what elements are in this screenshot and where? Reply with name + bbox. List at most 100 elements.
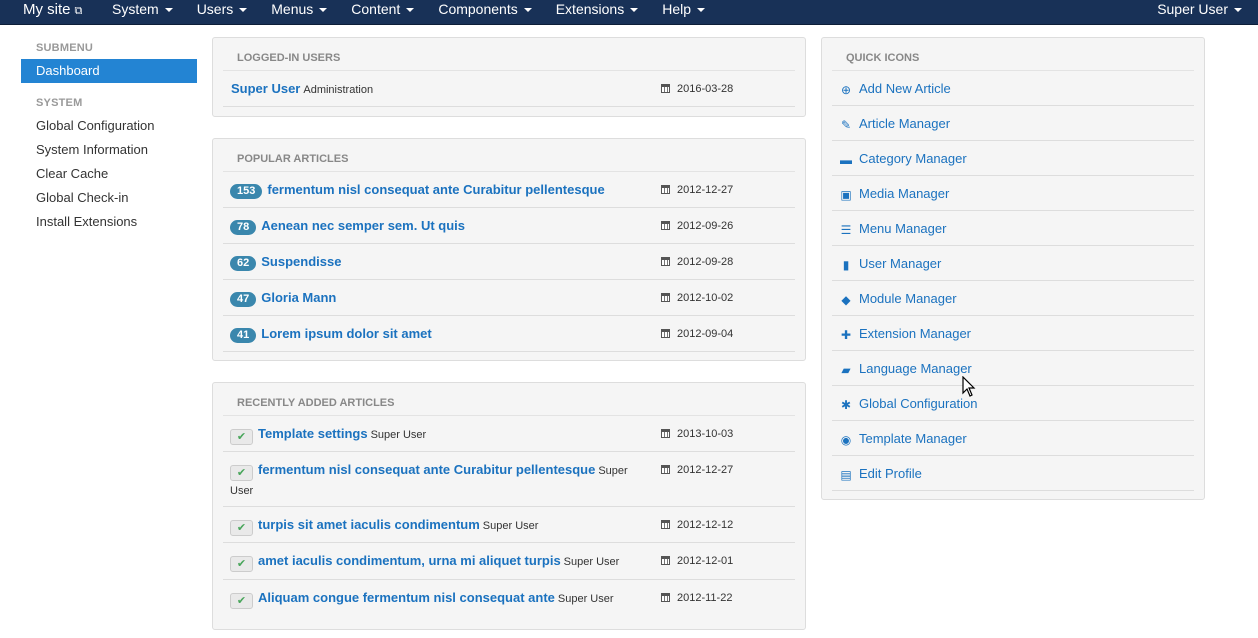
sidebar-item-dashboard[interactable]: Dashboard — [21, 59, 197, 83]
menu-label: Users — [196, 1, 234, 17]
list-item: ✔ Template settings Super User 2013-10-03 — [223, 416, 795, 452]
quick-icon-item: ▰ Language Manager — [832, 351, 1194, 386]
article-link[interactable]: Aenean nec semper sem. Ut quis — [261, 218, 465, 233]
sidebar-item-system-information[interactable]: System Information — [21, 138, 197, 162]
list-item: Super User Administration 2016-03-28 — [223, 71, 795, 107]
date-value: 2012-09-26 — [677, 220, 734, 232]
sidebar-item-install-extensions[interactable]: Install Extensions — [21, 210, 197, 234]
quick-icon-link[interactable]: ◆ Module Manager — [840, 281, 957, 317]
mouse-cursor-icon — [962, 376, 976, 397]
quick-icon-label: Menu Manager — [859, 221, 947, 236]
quick-icon-label: User Manager — [859, 256, 942, 271]
quick-icon-link[interactable]: ▮ User Manager — [840, 246, 942, 282]
caret-down-icon — [523, 8, 532, 13]
comments-icon: ▰ — [841, 363, 851, 377]
date-value: 2012-11-22 — [677, 592, 733, 604]
menu-menus[interactable]: Menus — [259, 0, 339, 25]
quick-icon-link[interactable]: ✱ Global Configuration — [840, 386, 978, 422]
list-item: ✔ amet iaculis condimentum, urna mi aliqu… — [223, 543, 795, 580]
hits-badge: 62 — [230, 256, 257, 271]
quick-icon-link[interactable]: ⊕ Add New Article — [840, 71, 951, 107]
date-value: 2016-03-28 — [677, 83, 734, 95]
published-check-icon[interactable]: ✔ — [230, 556, 253, 572]
article-link[interactable]: Template settings — [258, 426, 368, 441]
calendar-icon — [661, 221, 670, 230]
quick-icon-item: ✚ Extension Manager — [832, 316, 1194, 351]
menu-label: System — [112, 1, 159, 17]
quick-icon-label: Edit Profile — [859, 466, 922, 481]
caret-down-icon — [630, 8, 639, 13]
published-check-icon[interactable]: ✔ — [230, 520, 253, 536]
sidebar: SUBMENU Dashboard SYSTEM Global Configur… — [21, 37, 197, 234]
article-link[interactable]: Aliquam congue fermentum nisl consequat … — [258, 590, 555, 605]
menu-content[interactable]: Content — [339, 0, 426, 25]
quick-icon-label: Module Manager — [859, 291, 957, 306]
quick-icon-link[interactable]: ▣ Media Manager — [840, 176, 949, 212]
caret-down-icon — [319, 8, 328, 13]
article-link[interactable]: fermentum nisl consequat ante Curabitur … — [267, 182, 604, 197]
article-link[interactable]: fermentum nisl consequat ante Curabitur … — [258, 462, 595, 477]
quick-icon-link[interactable]: ☰ Menu Manager — [840, 211, 947, 247]
article-link[interactable]: Gloria Mann — [261, 290, 336, 305]
date-value: 2012-12-27 — [677, 464, 734, 476]
article-link[interactable]: Lorem ipsum dolor sit amet — [261, 326, 431, 341]
sidebar-item-clear-cache[interactable]: Clear Cache — [21, 162, 197, 186]
quick-icon-link[interactable]: ✚ Extension Manager — [840, 316, 971, 352]
quick-icons-list: ⊕ Add New Article ✎ Article Manager ▬ Categor… — [822, 71, 1204, 491]
system-heading: SYSTEM — [36, 97, 83, 109]
calendar-icon — [661, 329, 670, 338]
submenu-heading: SUBMENU — [36, 42, 94, 54]
quick-icon-label: Article Manager — [859, 116, 951, 131]
menu-users[interactable]: Users — [185, 0, 260, 25]
article-link[interactable]: amet iaculis condimentum, urna mi alique… — [258, 553, 561, 568]
quick-icon-label: Add New Article — [859, 81, 951, 96]
hits-badge: 153 — [230, 184, 263, 199]
top-navbar: My site ⧉ System Users Menus Content Comp… — [0, 0, 1258, 25]
caret-down-icon — [406, 8, 415, 13]
list-item: ✔ Aliquam congue fermentum nisl consequat… — [223, 580, 795, 616]
published-check-icon[interactable]: ✔ — [230, 429, 253, 445]
calendar-icon — [661, 84, 670, 93]
user-menu[interactable]: Super User — [1157, 0, 1242, 19]
menu-extensions[interactable]: Extensions — [544, 0, 650, 25]
list-item: 41 Lorem ipsum dolor sit amet 2012-09-04 — [223, 316, 795, 352]
menu-system[interactable]: System — [100, 0, 185, 25]
caret-down-icon — [1234, 8, 1242, 13]
list-icon: ☰ — [840, 223, 852, 237]
quick-icon-link[interactable]: ✎ Article Manager — [840, 106, 950, 142]
sidebar-item-global-check-in[interactable]: Global Check-in — [21, 186, 197, 210]
calendar-icon — [661, 293, 670, 302]
article-link[interactable]: Suspendisse — [261, 254, 341, 269]
sidebar-item-global-configuration[interactable]: Global Configuration — [21, 114, 197, 138]
date-value: 2012-12-27 — [677, 184, 734, 196]
quick-icon-item: ⊕ Add New Article — [832, 71, 1194, 106]
quick-icon-item: ▬ Category Manager — [832, 141, 1194, 176]
article-link[interactable]: turpis sit amet iaculis condimentum — [258, 517, 480, 532]
quick-icon-link[interactable]: ◉ Template Manager — [840, 421, 967, 457]
quick-icon-item: ▣ Media Manager — [832, 176, 1194, 211]
published-check-icon[interactable]: ✔ — [230, 593, 253, 609]
list-item: ✔ fermentum nisl consequat ante Curabitur… — [223, 452, 795, 507]
date-value: 2012-09-04 — [677, 328, 734, 340]
list-item: 47 Gloria Mann 2012-10-02 — [223, 280, 795, 316]
menu-components[interactable]: Components — [426, 0, 543, 25]
quick-icon-link[interactable]: ▰ Language Manager — [840, 351, 972, 387]
quick-icon-link[interactable]: ▤ Edit Profile — [840, 456, 922, 492]
published-check-icon[interactable]: ✔ — [230, 465, 253, 481]
caret-down-icon — [239, 8, 248, 13]
quick-icon-link[interactable]: ▬ Category Manager — [840, 141, 967, 177]
calendar-icon — [661, 465, 670, 474]
quick-icon-label: Language Manager — [859, 361, 972, 376]
article-author: Super User — [482, 520, 539, 532]
site-brand-link[interactable]: My site ⧉ — [23, 0, 82, 25]
menu-label: Menus — [271, 1, 314, 17]
list-item: 78 Aenean nec semper sem. Ut quis 2012-09… — [223, 208, 795, 244]
article-author: Super User — [370, 429, 427, 441]
menu-help[interactable]: Help — [650, 0, 717, 25]
list-item: 62 Suspendisse 2012-09-28 — [223, 244, 795, 280]
calendar-icon — [661, 257, 670, 266]
recently-added-articles-panel: RECENTLY ADDED ARTICLES ✔ Template settin… — [212, 382, 806, 630]
quick-icon-label: Template Manager — [859, 431, 967, 446]
user-name-link[interactable]: Super User — [231, 81, 300, 96]
quick-icon-label: Extension Manager — [859, 326, 972, 341]
